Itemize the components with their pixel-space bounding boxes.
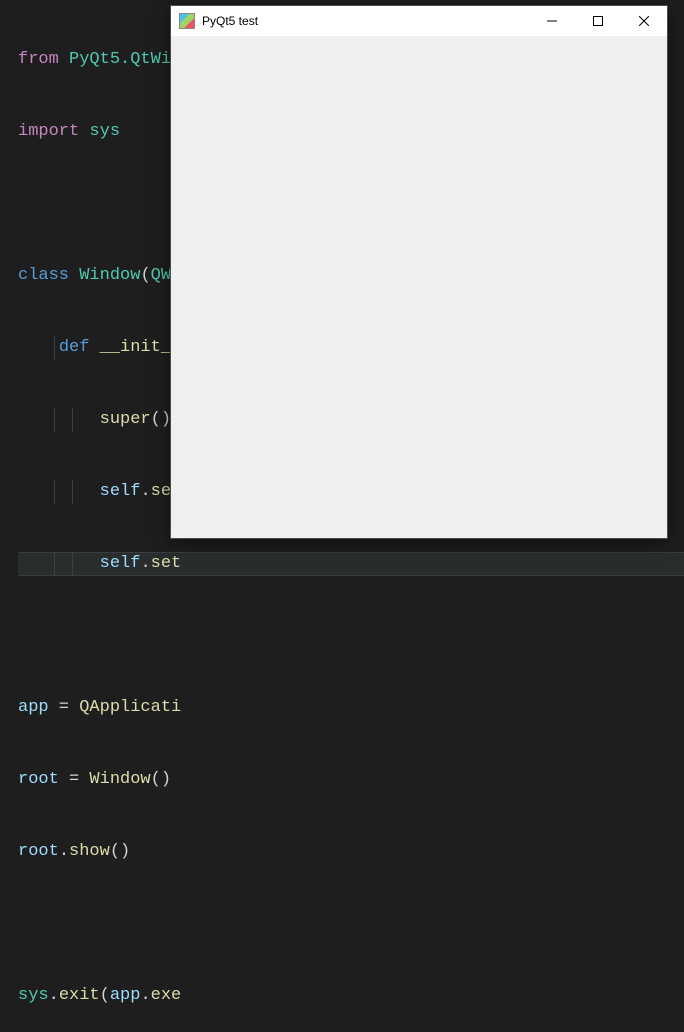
- variable: root: [18, 770, 59, 789]
- space: [69, 266, 79, 285]
- close-button[interactable]: [621, 6, 667, 36]
- indent-guide: [54, 408, 55, 432]
- dot: .: [49, 986, 59, 1005]
- builtin-super: super: [100, 410, 151, 429]
- variable: root: [18, 842, 59, 861]
- code-line: root = Window(): [18, 768, 684, 792]
- method-call: show: [69, 842, 110, 861]
- pyqt-window[interactable]: PyQt5 test: [170, 5, 668, 539]
- space: [79, 122, 89, 141]
- minimize-icon: [547, 16, 557, 26]
- variable: app: [18, 698, 49, 717]
- module-name: sys: [89, 122, 120, 141]
- paren: (): [151, 770, 171, 789]
- keyword-class: class: [18, 266, 69, 285]
- class-call: QApplicati: [79, 698, 181, 717]
- keyword-from: from: [18, 50, 59, 69]
- space: [89, 338, 99, 357]
- module-name: PyQt5.QtWid: [69, 50, 181, 69]
- paren: (: [140, 266, 150, 285]
- indent: [18, 482, 100, 501]
- window-client-area[interactable]: [171, 36, 667, 538]
- indent: [18, 410, 100, 429]
- keyword-import: import: [18, 122, 79, 141]
- method-name: __init__: [100, 338, 182, 357]
- method-call: exit: [59, 986, 100, 1005]
- method-call: exe: [151, 986, 182, 1005]
- blank-line: [18, 912, 684, 936]
- maximize-button[interactable]: [575, 6, 621, 36]
- module-ref: sys: [18, 986, 49, 1005]
- indent-guide: [54, 480, 55, 504]
- dot: .: [59, 842, 69, 861]
- variable: app: [110, 986, 141, 1005]
- self-ref: self: [100, 482, 141, 501]
- class-call: Window: [89, 770, 150, 789]
- indent: [18, 338, 59, 357]
- indent-guide: [54, 336, 55, 360]
- close-icon: [639, 16, 649, 26]
- app-icon: [179, 13, 195, 29]
- keyword-def: def: [59, 338, 90, 357]
- space: [59, 50, 69, 69]
- maximize-icon: [593, 16, 603, 26]
- paren: (): [151, 410, 171, 429]
- code-line: root.show(): [18, 840, 684, 864]
- operator: =: [59, 770, 90, 789]
- window-titlebar[interactable]: PyQt5 test: [171, 6, 667, 36]
- dot: .: [140, 482, 150, 501]
- window-controls: [529, 6, 667, 36]
- minimize-button[interactable]: [529, 6, 575, 36]
- class-name: Window: [79, 266, 140, 285]
- dot: .: [140, 986, 150, 1005]
- code-line: self.set: [18, 552, 684, 576]
- indent-guide: [72, 408, 73, 432]
- code-line: app = QApplicati: [18, 696, 684, 720]
- operator: =: [49, 698, 80, 717]
- indent-guide: [72, 480, 73, 504]
- paren: (): [110, 842, 130, 861]
- indent-guide: [54, 552, 55, 576]
- code-line: sys.exit(app.exe: [18, 984, 684, 1008]
- blank-line: [18, 624, 684, 648]
- indent-guide: [72, 552, 73, 576]
- window-title: PyQt5 test: [202, 9, 258, 33]
- paren: (: [100, 986, 110, 1005]
